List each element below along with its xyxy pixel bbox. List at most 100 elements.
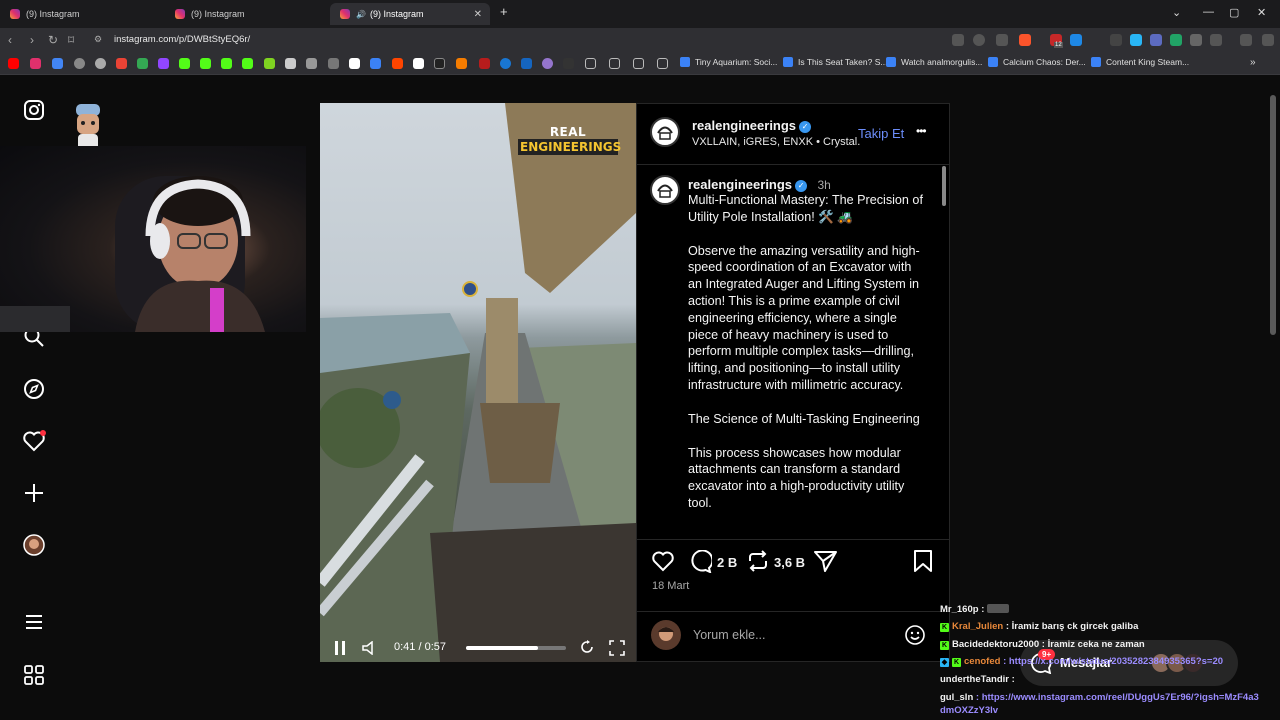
gmail-icon[interactable] (116, 58, 127, 69)
apps-grid-icon[interactable] (22, 663, 46, 687)
extension-icon[interactable] (1130, 34, 1142, 46)
instagram-icon[interactable] (30, 58, 41, 69)
folder-icon[interactable] (585, 58, 596, 69)
instagram-logo-icon[interactable] (22, 98, 46, 122)
bookmark-icon[interactable] (264, 58, 275, 69)
follow-button[interactable]: Takip Et (858, 126, 904, 141)
bookmark-icon[interactable] (74, 58, 85, 69)
audio-subtitle[interactable]: VXLLAIN, iGRES, ENXK • Crystal... (692, 136, 860, 148)
folder-icon[interactable] (609, 58, 620, 69)
bookmark-item[interactable]: Content King Steam... (1091, 57, 1189, 67)
page-scrollbar[interactable] (1270, 95, 1276, 335)
chat-link[interactable]: : https://x.com/w/status/203528238493536… (1003, 656, 1223, 667)
bookmark-icon[interactable] (285, 58, 296, 69)
folder-icon[interactable] (657, 58, 668, 69)
bookmark-icon[interactable] (328, 58, 339, 69)
bookmark-icon[interactable] (542, 58, 553, 69)
reel-video[interactable] (320, 103, 636, 662)
kick-icon[interactable] (221, 58, 232, 69)
bookmark-icon[interactable] (52, 58, 63, 69)
create-post-icon[interactable] (22, 481, 46, 505)
menu-icon[interactable] (1262, 34, 1274, 46)
chat-username: Bacidedektoru2000 (952, 639, 1040, 650)
share-icon[interactable] (996, 34, 1008, 46)
bookmark-icon[interactable] (521, 58, 532, 69)
chat-link[interactable]: : https://www.instagram.com/reel/DUggUs7… (940, 692, 1259, 716)
x-icon[interactable] (349, 58, 360, 69)
like-heart-icon[interactable] (651, 550, 675, 577)
more-menu-icon[interactable] (22, 610, 46, 634)
replay-icon[interactable] (580, 640, 594, 659)
site-settings-icon[interactable]: ⚙ (94, 34, 102, 45)
close-tab-icon[interactable]: ✕ (474, 9, 482, 20)
reload-button[interactable]: ↻ (48, 33, 58, 47)
bookmark-item[interactable]: Watch analmorgulis... (886, 57, 982, 67)
bookmark-icon[interactable]: ⌑ (68, 33, 74, 47)
repost-icon[interactable] (747, 550, 769, 577)
profile-avatar[interactable] (22, 533, 46, 557)
close-window-button[interactable]: ✕ (1257, 6, 1266, 19)
kick-icon[interactable] (179, 58, 190, 69)
explore-icon[interactable] (22, 377, 46, 401)
notifications-heart-icon[interactable] (22, 429, 46, 453)
bookmark-item[interactable]: Is This Seat Taken? S... (783, 57, 887, 67)
speaker-icon[interactable]: 🔊 (356, 10, 366, 19)
reddit-icon[interactable] (392, 58, 403, 69)
minimize-button[interactable]: — (1203, 6, 1214, 18)
comment-icon[interactable] (689, 549, 714, 578)
more-bookmarks-icon[interactable]: » (1250, 57, 1256, 68)
bookmark-icon[interactable] (456, 58, 467, 69)
bookmark-icon[interactable] (479, 58, 490, 69)
bookmark-icon[interactable] (95, 58, 106, 69)
volume-icon[interactable] (362, 640, 376, 660)
kick-icon[interactable] (200, 58, 211, 69)
extension-icon[interactable] (1070, 34, 1082, 46)
caption-username[interactable]: realengineerings (688, 177, 792, 192)
share-icon[interactable] (814, 550, 837, 577)
url-bar[interactable]: ⚙ instagram.com/p/DWBtStyEQ6r/ (86, 31, 1236, 50)
save-bookmark-icon[interactable] (913, 550, 933, 577)
folder-icon[interactable] (633, 58, 644, 69)
emoji-icon[interactable] (904, 624, 926, 651)
bookmark-item[interactable]: Tiny Aquarium: Soci... (680, 57, 777, 67)
browser-tab-1[interactable]: (9) Instagram (0, 3, 165, 25)
comment-input[interactable]: Yorum ekle... (693, 628, 766, 642)
brave-shield-icon[interactable] (1019, 34, 1031, 46)
back-button[interactable]: ‹ (8, 33, 12, 47)
extension-icon[interactable] (1150, 34, 1162, 46)
extensions-puzzle-icon[interactable] (1190, 34, 1202, 46)
caption-author-avatar[interactable] (650, 175, 680, 205)
zoom-icon[interactable] (973, 34, 985, 46)
extension-icon[interactable] (1110, 34, 1122, 46)
maximize-button[interactable]: ▢ (1229, 6, 1239, 19)
bookmark-icon[interactable] (434, 58, 445, 69)
bookmark-icon[interactable] (563, 58, 574, 69)
browser-tab-active[interactable]: 🔊 (9) Instagram ✕ (330, 3, 490, 25)
extension-icon[interactable] (1170, 34, 1182, 46)
bookmark-icon[interactable] (413, 58, 424, 69)
caption-scrollbar[interactable] (942, 166, 946, 206)
bookmark-icon[interactable] (306, 58, 317, 69)
twitch-icon[interactable] (158, 58, 169, 69)
cast-icon[interactable] (952, 34, 964, 46)
video-progress-track[interactable] (466, 646, 566, 650)
bookmark-icon[interactable] (370, 58, 381, 69)
video-time: 0:41 / 0:57 (394, 641, 446, 653)
youtube-icon[interactable] (8, 58, 19, 69)
pause-icon[interactable] (334, 641, 346, 660)
kick-icon[interactable] (242, 58, 253, 69)
bookmark-item[interactable]: Calcium Chaos: Der... (988, 57, 1086, 67)
author-avatar[interactable] (650, 117, 680, 147)
tab-search-icon[interactable]: ⌄ (1172, 6, 1181, 19)
bookmark-icon[interactable] (500, 58, 511, 69)
author-username[interactable]: realengineerings (692, 118, 796, 133)
drive-icon[interactable] (137, 58, 148, 69)
new-tab-button[interactable]: + (500, 4, 508, 19)
browser-tab-2[interactable]: (9) Instagram (165, 3, 330, 25)
author-username-row[interactable]: realengineerings ✓ (692, 117, 812, 135)
fullscreen-icon[interactable] (609, 640, 625, 661)
forward-button[interactable]: › (30, 33, 34, 47)
media-icon[interactable] (1240, 34, 1252, 46)
more-options-icon[interactable]: ••• (916, 124, 927, 138)
sidebar-icon[interactable] (1210, 34, 1222, 46)
